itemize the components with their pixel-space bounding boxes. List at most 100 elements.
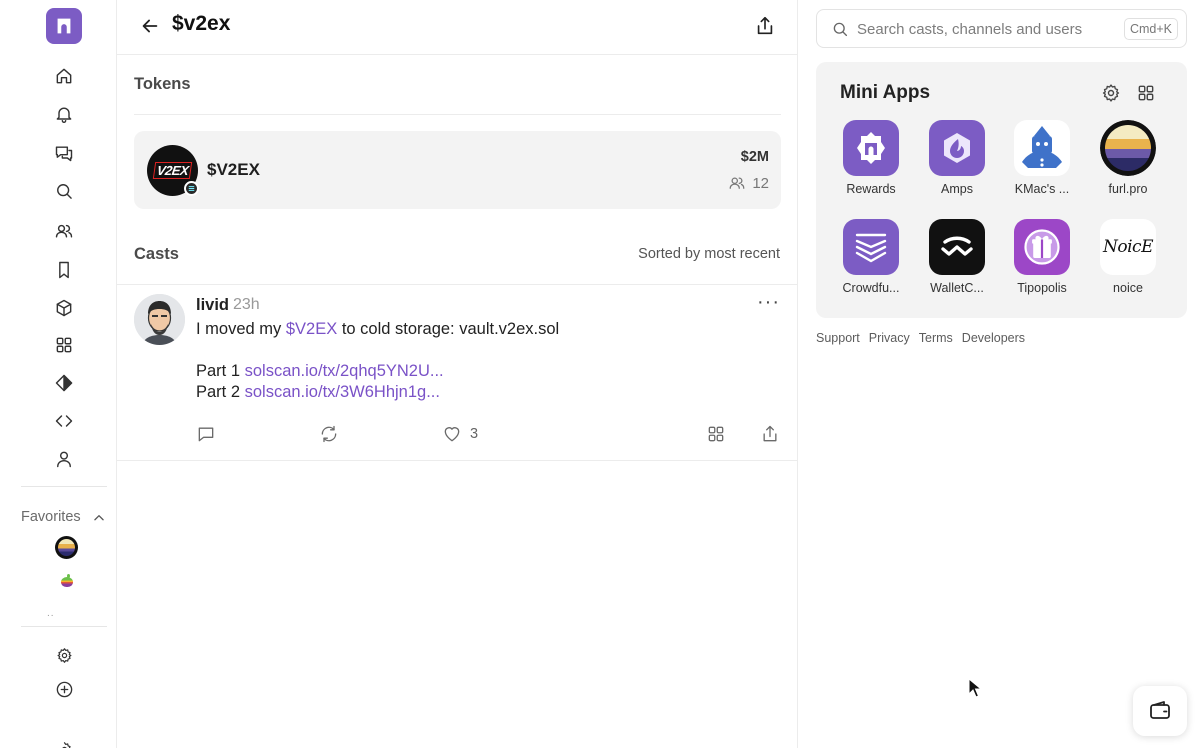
recast-button[interactable] bbox=[319, 423, 339, 445]
mini-app-walletconnect[interactable]: WalletC... bbox=[917, 219, 997, 295]
token-card[interactable]: V2EX $V2EX $2M 12 bbox=[134, 131, 781, 209]
cast-share-button[interactable] bbox=[760, 423, 780, 445]
search-shortcut: Cmd+K bbox=[1123, 18, 1178, 40]
footer-support-link[interactable]: Support bbox=[816, 331, 860, 345]
part2-link[interactable]: solscan.io/tx/3W6Hhjn1g... bbox=[245, 383, 440, 401]
mini-app-tipopolis[interactable]: Tipopolis bbox=[1002, 219, 1082, 295]
more-favorites-indicator: .. bbox=[47, 608, 55, 619]
favorite-furl-icon[interactable] bbox=[55, 536, 78, 559]
mini-app-rewards[interactable]: Rewards bbox=[831, 120, 911, 196]
search-icon bbox=[833, 22, 848, 37]
settings-icon-partial[interactable] bbox=[53, 738, 75, 748]
sidebar-divider bbox=[21, 486, 107, 487]
token-holders: 12 bbox=[728, 174, 769, 192]
part2-label: Part 2 bbox=[196, 383, 245, 401]
share-icon bbox=[763, 425, 777, 442]
left-sidebar: Favorites .. bbox=[0, 0, 117, 748]
main-column: $v2ex Tokens V2EX $V2EX $2M 12 Casts Sor… bbox=[117, 0, 798, 748]
bookmark-icon[interactable] bbox=[53, 259, 75, 281]
favorite-apple-icon[interactable] bbox=[61, 574, 73, 587]
rewards-icon bbox=[843, 120, 899, 176]
recast-icon bbox=[321, 425, 337, 443]
app-name: Crowdfu... bbox=[842, 281, 900, 295]
add-icon[interactable] bbox=[53, 678, 75, 700]
mini-app-kmac[interactable]: KMac's ... bbox=[1002, 120, 1082, 196]
diamond-icon[interactable] bbox=[53, 372, 75, 394]
app-name: noice bbox=[1113, 281, 1143, 295]
profile-icon[interactable] bbox=[53, 448, 75, 470]
search-bar[interactable]: Cmd+K bbox=[816, 9, 1187, 48]
app-name: Tipopolis bbox=[1017, 281, 1067, 295]
search-icon[interactable] bbox=[53, 180, 75, 202]
token-market-cap: $2M bbox=[740, 149, 769, 165]
holders-icon bbox=[729, 177, 745, 189]
mini-app-crowdfund[interactable]: Crowdfu... bbox=[831, 219, 911, 295]
holders-count: 12 bbox=[752, 174, 769, 192]
cast-mention-link[interactable]: $V2EX bbox=[286, 320, 337, 338]
footer-privacy-link[interactable]: Privacy bbox=[869, 331, 910, 345]
casts-heading: Casts bbox=[134, 245, 179, 263]
mini-app-furl[interactable]: furl.pro bbox=[1088, 120, 1168, 196]
noice-glyph: NoicE bbox=[1103, 237, 1153, 257]
mini-app-noice[interactable]: NoicE noice bbox=[1088, 219, 1168, 295]
home-icon[interactable] bbox=[53, 65, 75, 87]
sort-dropdown[interactable]: Sorted by most recent bbox=[638, 246, 780, 262]
app-name: WalletC... bbox=[930, 281, 984, 295]
grid-icon bbox=[708, 426, 724, 442]
part1-label: Part 1 bbox=[196, 362, 245, 380]
furl-icon bbox=[1100, 120, 1156, 176]
mini-apps-title: Mini Apps bbox=[840, 82, 931, 103]
settings-icon[interactable] bbox=[1101, 83, 1121, 103]
tokens-heading: Tokens bbox=[134, 75, 191, 93]
search-input[interactable] bbox=[857, 18, 1122, 40]
app-name: Rewards bbox=[846, 182, 896, 196]
back-arrow-icon[interactable] bbox=[139, 15, 161, 37]
app-name: Amps bbox=[941, 182, 973, 196]
heart-icon bbox=[444, 427, 460, 442]
grid-icon[interactable] bbox=[1136, 83, 1156, 103]
crowdfund-icon bbox=[843, 219, 899, 275]
favorites-label[interactable]: Favorites bbox=[21, 509, 81, 525]
code-icon[interactable] bbox=[53, 410, 75, 432]
farcaster-logo[interactable] bbox=[46, 8, 82, 44]
cast-text-after: to cold storage: vault.v2ex.sol bbox=[337, 320, 560, 338]
kmac-icon bbox=[1014, 120, 1070, 176]
part1-link[interactable]: solscan.io/tx/2qhq5YN2U... bbox=[245, 362, 444, 380]
cast-timestamp: 23h bbox=[233, 296, 260, 313]
footer-terms-link[interactable]: Terms bbox=[919, 331, 953, 345]
solana-chain-badge bbox=[184, 181, 199, 196]
settings-icon[interactable] bbox=[53, 644, 75, 666]
cube-icon[interactable] bbox=[53, 297, 75, 319]
wallet-button[interactable] bbox=[1133, 686, 1187, 736]
walletconnect-icon bbox=[929, 219, 985, 275]
user-avatar[interactable] bbox=[134, 294, 185, 345]
cast-username[interactable]: livid bbox=[196, 296, 229, 315]
reply-icon bbox=[198, 427, 214, 442]
cast-part2: Part 2 solscan.io/tx/3W6Hhjn1g... bbox=[196, 383, 440, 402]
mini-app-amps[interactable]: Amps bbox=[917, 120, 997, 196]
chat-icon[interactable] bbox=[53, 142, 75, 164]
noice-icon: NoicE bbox=[1100, 219, 1156, 275]
like-count: 3 bbox=[470, 426, 479, 442]
token-avatar-text: V2EX bbox=[152, 162, 193, 179]
share-icon[interactable] bbox=[754, 15, 776, 37]
cast-item[interactable]: livid 23h ··· I moved my $V2EX to cold s… bbox=[117, 285, 798, 461]
token-name: $V2EX bbox=[207, 160, 260, 179]
tipopolis-icon bbox=[1014, 219, 1070, 275]
mouse-cursor-icon bbox=[968, 678, 982, 698]
footer-developers-link[interactable]: Developers bbox=[962, 331, 1025, 345]
footer-links: Support Privacy Terms Developers bbox=[816, 331, 1025, 345]
like-button[interactable]: 3 bbox=[442, 423, 478, 445]
page-title: $v2ex bbox=[172, 12, 231, 35]
grid-icon[interactable] bbox=[53, 334, 75, 356]
chevron-up-icon[interactable] bbox=[92, 511, 106, 525]
users-icon[interactable] bbox=[53, 220, 75, 242]
more-options-icon[interactable]: ··· bbox=[757, 292, 779, 316]
sidebar-divider-2 bbox=[21, 626, 107, 627]
reply-button[interactable] bbox=[196, 423, 216, 445]
tokens-divider bbox=[134, 114, 781, 115]
app-name: KMac's ... bbox=[1014, 182, 1070, 196]
apps-button[interactable] bbox=[706, 423, 726, 445]
mini-apps-panel: Mini Apps Rewards Amps KMac's ... furl.p… bbox=[816, 62, 1187, 318]
bell-icon[interactable] bbox=[53, 103, 75, 125]
